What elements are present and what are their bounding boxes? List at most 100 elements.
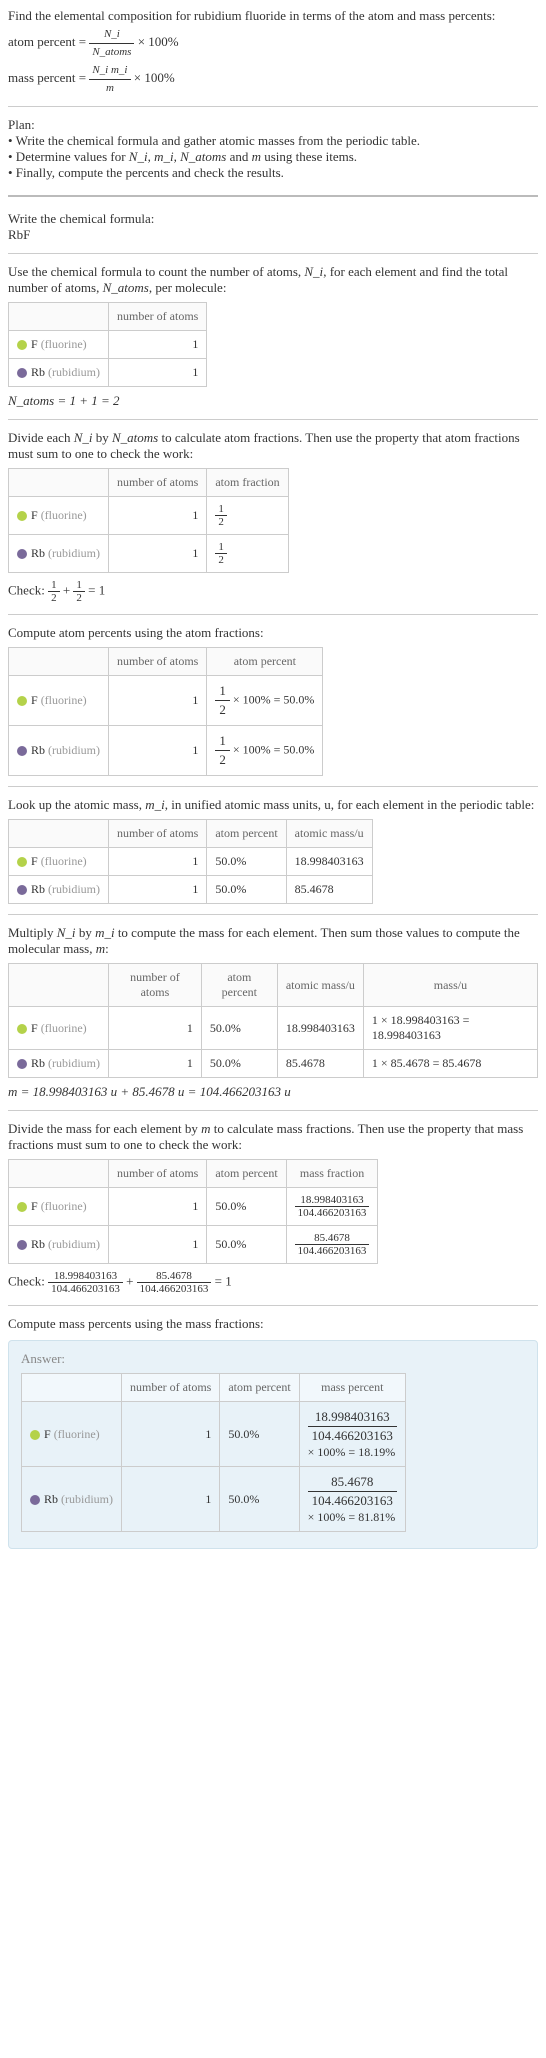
table-row: F (fluorine) 1 50.0% 18.998403163104.466… [22, 1402, 406, 1467]
col-header: mass/u [363, 964, 537, 1007]
answer-label: Answer: [21, 1351, 525, 1367]
mass-compute-table: number of atomsatom percentatomic mass/u… [8, 963, 538, 1078]
element-dot-icon [17, 1240, 27, 1250]
mass-percent-step: Compute mass percents using the mass fra… [8, 1316, 538, 1332]
chemical-formula-step: Write the chemical formula: RbF [8, 211, 538, 243]
step-text: Compute mass percents using the mass fra… [8, 1316, 538, 1332]
divider [8, 614, 538, 615]
element-dot-icon [17, 368, 27, 378]
table-row: F (fluorine) 1 50.0% 18.998403163 1 × 18… [9, 1007, 538, 1050]
atomic-mass-step: Look up the atomic mass, m_i, in unified… [8, 797, 538, 904]
col-header: atom percent [207, 648, 323, 676]
col-header: atomic mass/u [277, 964, 363, 1007]
step-label: Write the chemical formula: [8, 211, 538, 227]
col-header: atom percent [207, 1160, 286, 1188]
plan-bullet: • Determine values for N_i, m_i, N_atoms… [8, 149, 538, 165]
eq1-den: N_atoms [92, 46, 131, 58]
table-row: Rb (rubidium) 1 12 × 100% = 50.0% [9, 726, 323, 776]
element-dot-icon [30, 1430, 40, 1440]
table-row: F (fluorine) 1 50.0% 18.998403163 [9, 848, 373, 876]
col-header: atom percent [207, 820, 286, 848]
atom-percent-formula: atom percent = N_i N_atoms × 100% [8, 26, 538, 60]
table-row: F (fluorine) 1 50.0% 18.998403163104.466… [9, 1188, 378, 1226]
step-text: Divide the mass for each element by m to… [8, 1121, 538, 1153]
n-atoms-equation: N_atoms = 1 + 1 = 2 [8, 393, 538, 409]
table-row: F (fluorine) 1 [9, 331, 207, 359]
plan-heading: Plan: [8, 117, 538, 133]
element-dot-icon [17, 746, 27, 756]
table-row: Rb (rubidium) 1 12 [9, 535, 289, 573]
answer-table: number of atomsatom percentmass percent … [21, 1373, 406, 1532]
eq1-lhs: atom percent = [8, 34, 89, 49]
mass-percent-formula: mass percent = N_i m_i m × 100% [8, 62, 538, 96]
eq1-frac: N_i N_atoms [89, 26, 134, 60]
step-text: Compute atom percents using the atom fra… [8, 625, 538, 641]
col-header: number of atoms [109, 964, 202, 1007]
atomic-mass-table: number of atomsatom percentatomic mass/u… [8, 819, 373, 904]
cell-value: 1 [109, 359, 207, 387]
divider [8, 786, 538, 787]
atom-percent-table: number of atomsatom percent F (fluorine)… [8, 647, 323, 776]
intro-text: Find the elemental composition for rubid… [8, 8, 538, 96]
mass-fraction-table: number of atomsatom percentmass fraction… [8, 1159, 378, 1264]
molecular-mass-equation: m = 18.998403163 u + 85.4678 u = 104.466… [8, 1084, 538, 1100]
element-dot-icon [17, 549, 27, 559]
atom-fraction-step: Divide each N_i by N_atoms to calculate … [8, 430, 538, 604]
element-dot-icon [17, 1024, 27, 1034]
col-header: atom percent [220, 1374, 299, 1402]
eq1-rhs: × 100% [138, 34, 179, 49]
check-line: Check: 18.998403163104.466203163 + 85.46… [8, 1270, 538, 1295]
check-line: Check: 12 + 12 = 1 [8, 579, 538, 604]
step-text: Multiply N_i by m_i to compute the mass … [8, 925, 538, 957]
table-row: F (fluorine) 1 12 [9, 497, 289, 535]
plan-section: Plan: • Write the chemical formula and g… [8, 117, 538, 181]
eq2-lhs: mass percent = [8, 70, 89, 85]
divider-heavy [8, 195, 538, 197]
col-header: number of atoms [109, 469, 207, 497]
divider [8, 106, 538, 107]
col-header: mass percent [299, 1374, 405, 1402]
col-header: number of atoms [109, 648, 207, 676]
divider [8, 419, 538, 420]
table-row: Rb (rubidium) 1 50.0% 85.4678 1 × 85.467… [9, 1050, 538, 1078]
table-row: F (fluorine) 1 12 × 100% = 50.0% [9, 676, 323, 726]
table-row: Rb (rubidium) 1 50.0% 85.4678104.4662031… [22, 1467, 406, 1532]
atom-percent-step: Compute atom percents using the atom fra… [8, 625, 538, 776]
element-dot-icon [17, 340, 27, 350]
col-header: atom fraction [207, 469, 288, 497]
answer-box: Answer: number of atomsatom percentmass … [8, 1340, 538, 1549]
col-header: number of atoms [122, 1374, 220, 1402]
table-row: Rb (rubidium) 1 50.0% 85.4678104.4662031… [9, 1226, 378, 1264]
count-atoms-step: Use the chemical formula to count the nu… [8, 264, 538, 409]
cell-value: 1 [109, 331, 207, 359]
element-dot-icon [17, 885, 27, 895]
col-header: number of atoms [109, 303, 207, 331]
eq2-den: m [106, 82, 114, 94]
step-text: Look up the atomic mass, m_i, in unified… [8, 797, 538, 813]
element-dot-icon [17, 511, 27, 521]
element-dot-icon [17, 696, 27, 706]
atom-fraction-table: number of atomsatom fraction F (fluorine… [8, 468, 289, 573]
divider [8, 253, 538, 254]
mass-compute-step: Multiply N_i by m_i to compute the mass … [8, 925, 538, 1100]
eq2-num: N_i m_i [92, 64, 127, 76]
intro-title: Find the elemental composition for rubid… [8, 8, 538, 24]
element-dot-icon [30, 1495, 40, 1505]
step-text: Use the chemical formula to count the nu… [8, 264, 538, 296]
eq2-frac: N_i m_i m [89, 62, 130, 96]
atoms-table: number of atoms F (fluorine) 1 Rb (rubid… [8, 302, 207, 387]
mass-fraction-step: Divide the mass for each element by m to… [8, 1121, 538, 1295]
divider [8, 1305, 538, 1306]
plan-bullet: • Finally, compute the percents and chec… [8, 165, 538, 181]
plan-bullet: • Write the chemical formula and gather … [8, 133, 538, 149]
eq1-num: N_i [104, 28, 120, 40]
eq2-rhs: × 100% [134, 70, 175, 85]
element-dot-icon [17, 1202, 27, 1212]
col-header: atomic mass/u [286, 820, 372, 848]
col-header: mass fraction [286, 1160, 378, 1188]
col-header: atom percent [201, 964, 277, 1007]
table-row: Rb (rubidium) 1 [9, 359, 207, 387]
chemical-formula: RbF [8, 227, 538, 243]
step-text: Divide each N_i by N_atoms to calculate … [8, 430, 538, 462]
col-header: number of atoms [109, 1160, 207, 1188]
